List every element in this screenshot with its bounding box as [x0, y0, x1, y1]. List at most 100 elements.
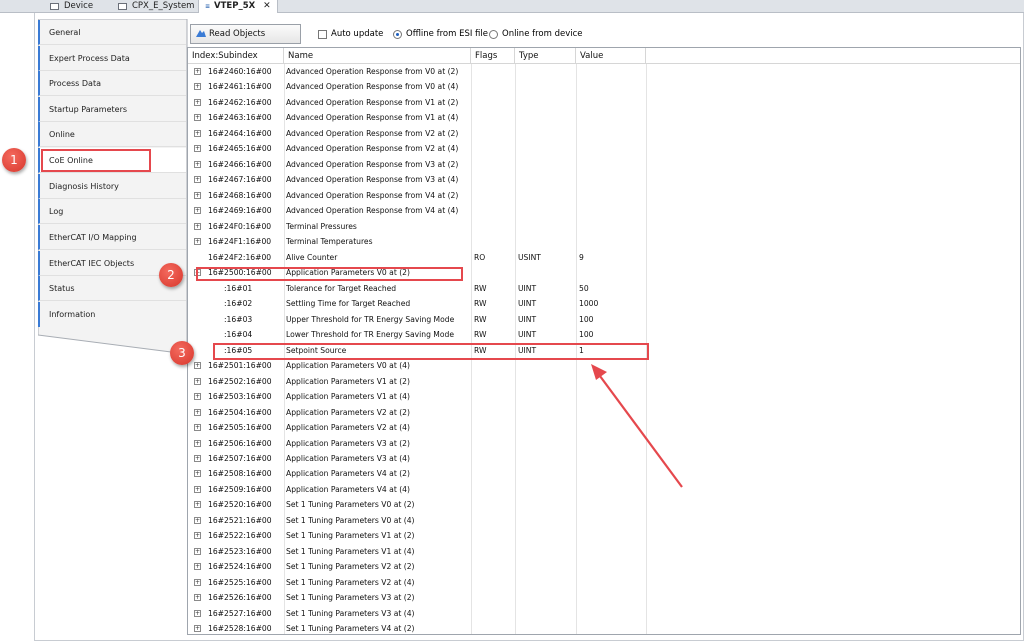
sidebar-item-general[interactable]: General [38, 20, 186, 45]
column-header-index[interactable]: Index:Subindex [188, 48, 284, 64]
cell-index: 16#2523:16#00 [208, 546, 272, 556]
cell-name: Set 1 Tuning Parameters V4 at (2) [286, 624, 415, 634]
table-row[interactable]: :16#01 Tolerance for Target Reached RW UINT… [188, 281, 646, 297]
column-header-flags[interactable]: Flags [471, 48, 515, 64]
table-row[interactable]: +16#2508:16#00 Application Parameters V4 … [188, 466, 646, 482]
expand-icon[interactable]: + [194, 485, 201, 493]
table-row[interactable]: +16#24F0:16#00 Terminal Pressures [188, 219, 646, 235]
expand-icon[interactable]: + [194, 377, 201, 385]
expand-icon[interactable]: + [194, 362, 201, 370]
expand-icon[interactable]: + [194, 68, 201, 75]
cell-index: 16#2460:16#00 [208, 67, 272, 76]
table-row[interactable]: +16#2501:16#00 Application Parameters V0 … [188, 358, 646, 374]
table-row[interactable]: +16#2460:16#00 Advanced Operation Respons… [188, 64, 646, 80]
expand-icon[interactable]: + [194, 207, 201, 215]
expand-icon[interactable]: + [194, 625, 201, 633]
table-row[interactable]: +16#2507:16#00 Application Parameters V3 … [188, 451, 646, 467]
cell-flags [474, 265, 514, 281]
expand-icon[interactable]: + [194, 563, 201, 571]
table-row[interactable]: +16#2522:16#00 Set 1 Tuning Parameters V1… [188, 528, 646, 544]
cell-type: UINT [518, 314, 537, 324]
table-row[interactable]: +16#2463:16#00 Advanced Operation Respons… [188, 110, 646, 126]
expand-icon[interactable]: + [194, 609, 201, 617]
expand-icon[interactable]: + [194, 145, 201, 153]
sidebar-item-ethercat-i-o-mapping[interactable]: EtherCAT I/O Mapping [38, 225, 186, 250]
table-row[interactable]: +16#2461:16#00 Advanced Operation Respons… [188, 79, 646, 95]
expand-icon[interactable]: + [194, 160, 201, 168]
expand-icon[interactable]: + [194, 516, 201, 524]
expand-icon[interactable]: + [194, 238, 201, 246]
table-row[interactable]: +16#2528:16#00 Set 1 Tuning Parameters V4… [188, 621, 646, 634]
expand-icon[interactable]: + [194, 191, 201, 199]
sidebar-item-log[interactable]: Log [38, 199, 186, 224]
table-row[interactable]: +16#2465:16#00 Advanced Operation Respons… [188, 141, 646, 157]
expand-icon[interactable]: + [194, 532, 201, 540]
cell-flags: RW [474, 299, 487, 309]
cell-type [518, 79, 574, 95]
table-row[interactable]: +16#2520:16#00 Set 1 Tuning Parameters V0… [188, 497, 646, 513]
table-row[interactable]: +16#2509:16#00 Application Parameters V4 … [188, 482, 646, 498]
expand-icon[interactable]: + [194, 439, 201, 447]
table-row[interactable]: +16#2502:16#00 Application Parameters V1 … [188, 374, 646, 390]
table-row[interactable]: +16#2504:16#00 Application Parameters V2 … [188, 405, 646, 421]
cell-flags [474, 157, 514, 173]
read-objects-button[interactable]: Read Objects [190, 24, 301, 44]
table-row[interactable]: +16#2466:16#00 Advanced Operation Respons… [188, 157, 646, 173]
table-row[interactable]: +16#24F1:16#00 Terminal Temperatures [188, 234, 646, 250]
expand-icon[interactable]: + [194, 594, 201, 602]
table-row[interactable]: +16#2527:16#00 Set 1 Tuning Parameters V3… [188, 606, 646, 622]
expand-icon[interactable]: + [194, 424, 201, 432]
sidebar-item-expert-process-data[interactable]: Expert Process Data [38, 45, 186, 71]
tab-device[interactable]: Device [50, 0, 93, 13]
table-row[interactable]: +16#2462:16#00 Advanced Operation Respons… [188, 95, 646, 111]
expand-icon[interactable]: + [194, 98, 201, 106]
expand-icon[interactable]: + [194, 114, 201, 122]
tab-cpx-e-system[interactable]: CPX_E_System [118, 0, 194, 13]
expand-icon[interactable]: + [194, 470, 201, 478]
cell-flags [474, 95, 514, 111]
cell-type [518, 497, 574, 513]
expand-icon[interactable]: + [194, 455, 201, 462]
expand-icon[interactable]: + [194, 547, 201, 555]
sidebar-item-diagnosis-history[interactable]: Diagnosis History [38, 173, 186, 199]
column-header-type[interactable]: Type [515, 48, 576, 64]
column-header-value[interactable]: Value [576, 48, 646, 64]
tab-vtep-5x[interactable]: ≡ VTEP_5X ✕ [198, 0, 278, 13]
expand-icon[interactable]: + [194, 83, 201, 91]
table-row[interactable]: :16#03 Upper Threshold for TR Energy Savi… [188, 312, 646, 328]
expand-icon[interactable]: + [194, 129, 201, 137]
table-row[interactable]: +16#2469:16#00 Advanced Operation Respons… [188, 203, 646, 219]
table-row[interactable]: +16#2506:16#00 Application Parameters V3 … [188, 436, 646, 452]
cell-name: Application Parameters V0 at (4) [286, 361, 410, 371]
table-row[interactable]: +16#2523:16#00 Set 1 Tuning Parameters V1… [188, 544, 646, 560]
table-row[interactable]: +16#2524:16#00 Set 1 Tuning Parameters V2… [188, 559, 646, 575]
table-row[interactable]: :16#02 Settling Time for Target Reached RW… [188, 296, 646, 312]
expand-icon[interactable]: + [194, 501, 201, 509]
table-row[interactable]: +16#2525:16#00 Set 1 Tuning Parameters V2… [188, 575, 646, 591]
table-row[interactable]: 16#24F2:16#00 Alive Counter RO USINT 9 [188, 250, 646, 266]
table-row[interactable]: :16#04 Lower Threshold for TR Energy Savi… [188, 327, 646, 343]
sidebar-item-process-data[interactable]: Process Data [38, 71, 186, 96]
table-row[interactable]: +16#2526:16#00 Set 1 Tuning Parameters V3… [188, 590, 646, 606]
cell-index: 16#2526:16#00 [208, 593, 272, 603]
auto-update-checkbox[interactable] [318, 30, 327, 39]
table-row[interactable]: +16#2464:16#00 Advanced Operation Respons… [188, 126, 646, 142]
cell-type [518, 590, 574, 606]
sidebar-item-online[interactable]: Online [38, 122, 186, 147]
expand-icon[interactable]: + [194, 408, 201, 416]
table-row[interactable]: +16#2467:16#00 Advanced Operation Respons… [188, 172, 646, 188]
sidebar-item-information[interactable]: Information [38, 302, 186, 327]
offline-esi-radio[interactable] [393, 30, 402, 39]
table-row[interactable]: +16#2505:16#00 Application Parameters V2 … [188, 420, 646, 436]
expand-icon[interactable]: + [194, 176, 201, 184]
expand-icon[interactable]: + [194, 222, 201, 230]
expand-icon[interactable]: + [194, 393, 201, 401]
close-tab-icon[interactable]: ✕ [263, 0, 271, 13]
table-row[interactable]: +16#2503:16#00 Application Parameters V1 … [188, 389, 646, 405]
expand-icon[interactable]: + [194, 578, 201, 586]
sidebar-item-startup-parameters[interactable]: Startup Parameters [38, 96, 186, 122]
table-row[interactable]: +16#2521:16#00 Set 1 Tuning Parameters V0… [188, 513, 646, 529]
table-row[interactable]: +16#2468:16#00 Advanced Operation Respons… [188, 188, 646, 204]
online-device-radio[interactable] [489, 30, 498, 39]
column-header-name[interactable]: Name [284, 48, 471, 64]
